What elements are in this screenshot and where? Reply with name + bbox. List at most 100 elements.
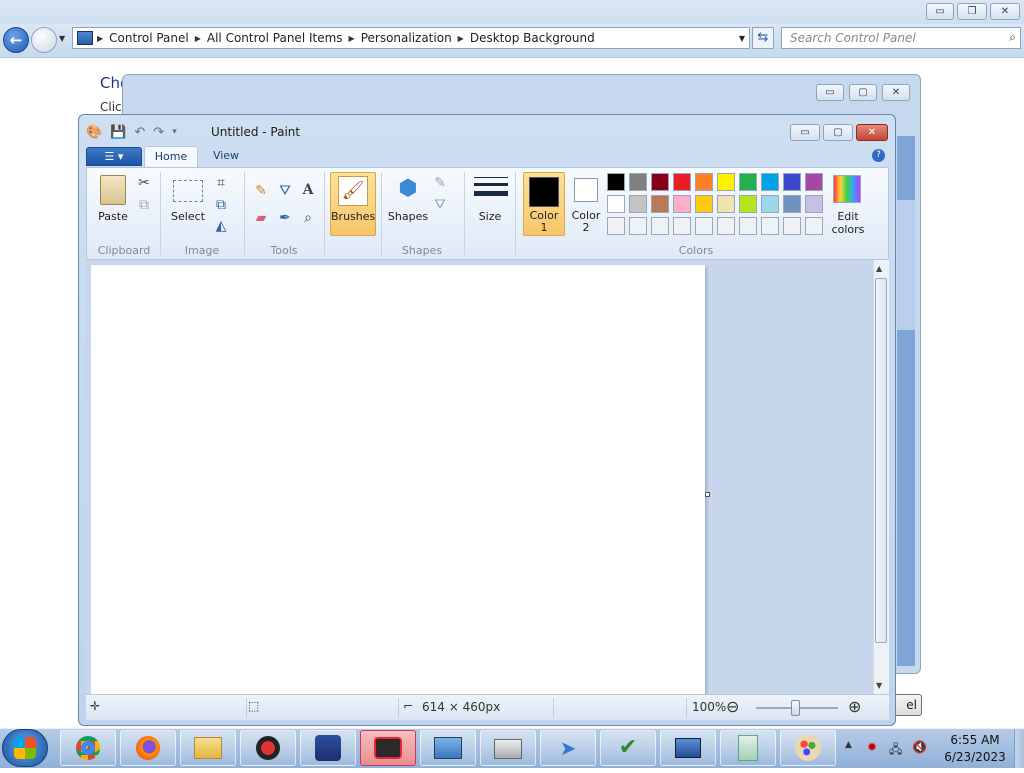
palette-swatch[interactable] <box>717 195 735 213</box>
custom-color-slot[interactable] <box>783 217 801 235</box>
palette-swatch[interactable] <box>673 173 691 191</box>
custom-color-slot[interactable] <box>717 217 735 235</box>
paint-app-icon[interactable]: 🎨 <box>86 125 102 140</box>
palette-swatch[interactable] <box>651 195 669 213</box>
palette-swatch[interactable] <box>629 173 647 191</box>
palette-swatch[interactable] <box>783 195 801 213</box>
breadcrumb-desktop-background[interactable]: Desktop Background <box>464 31 601 45</box>
paint-minimize-button[interactable]: ▭ <box>790 124 820 141</box>
palette-swatch[interactable] <box>695 173 713 191</box>
canvas-resize-handle[interactable] <box>705 492 710 497</box>
taskbar-app-red[interactable] <box>240 730 296 766</box>
palette-swatch[interactable] <box>739 195 757 213</box>
outline-icon[interactable]: ✎ <box>430 173 450 193</box>
scroll-up-arrow[interactable]: ▲ <box>876 264 882 273</box>
palette-swatch[interactable] <box>695 195 713 213</box>
paint-close-button[interactable]: ✕ <box>856 124 888 141</box>
palette-swatch[interactable] <box>673 195 691 213</box>
undo-icon[interactable]: ↶ <box>134 125 145 140</box>
crop-icon[interactable]: ⌗ <box>211 173 231 193</box>
minimize-button[interactable]: ▭ <box>926 3 954 20</box>
select-icon[interactable] <box>173 180 203 202</box>
custom-color-slot[interactable] <box>607 217 625 235</box>
drawing-canvas[interactable] <box>91 265 705 694</box>
help-icon[interactable]: ? <box>872 149 885 162</box>
palette-swatch[interactable] <box>739 173 757 191</box>
show-desktop-button[interactable] <box>1014 729 1024 768</box>
text-icon[interactable]: A <box>298 180 318 200</box>
palette-swatch[interactable] <box>629 195 647 213</box>
close-button[interactable]: ✕ <box>990 3 1020 20</box>
fill-shape-icon[interactable]: ⛛ <box>430 195 450 215</box>
palette-swatch[interactable] <box>607 195 625 213</box>
zoom-out-icon[interactable]: ⊖ <box>726 697 739 716</box>
network-tray-icon[interactable]: 🖧 <box>889 740 902 761</box>
eraser-icon[interactable]: ▰ <box>251 208 271 228</box>
search-input[interactable]: Search Control Panel ⌕ <box>781 27 1021 49</box>
address-bar[interactable]: ▶ Control Panel ▶ All Control Panel Item… <box>72 27 750 49</box>
tab-home[interactable]: Home <box>144 146 198 167</box>
bg-restore-button[interactable]: ▢ <box>849 84 877 101</box>
taskbar-paint[interactable] <box>780 730 836 766</box>
rotate-icon[interactable]: ◭ <box>211 216 231 236</box>
zoom-in-icon[interactable]: ⊕ <box>848 697 861 716</box>
clock[interactable]: 6:55 AM 6/23/2023 <box>940 732 1010 766</box>
pencil-icon[interactable]: ✎ <box>251 181 271 201</box>
forward-button[interactable] <box>31 27 57 53</box>
breadcrumb-personalization[interactable]: Personalization <box>355 31 458 45</box>
palette-swatch[interactable] <box>805 173 823 191</box>
redo-icon[interactable]: ↷ <box>153 125 164 140</box>
bg-close-button[interactable]: ✕ <box>882 84 910 101</box>
customize-toolbar-icon[interactable]: ▾ <box>172 127 177 137</box>
paste-icon[interactable] <box>100 175 126 205</box>
start-button[interactable] <box>2 729 48 767</box>
security-tray-icon[interactable]: ✹ <box>867 740 877 754</box>
taskbar-network[interactable] <box>660 730 716 766</box>
shapes-button[interactable]: Shapes <box>387 210 429 223</box>
size-button[interactable]: Size <box>474 210 506 223</box>
save-icon[interactable]: 💾 <box>110 125 126 140</box>
palette-swatch[interactable] <box>607 173 625 191</box>
edit-colors-button[interactable]: Edit colors <box>828 210 868 236</box>
show-hidden-icons[interactable]: ▲ <box>845 740 852 750</box>
zoom-slider-thumb[interactable] <box>791 700 800 716</box>
taskbar-app-blue[interactable] <box>300 730 356 766</box>
custom-color-slot[interactable] <box>739 217 757 235</box>
color1-button[interactable]: Color 1 <box>523 172 565 236</box>
resize-icon[interactable]: ⧉ <box>211 195 231 215</box>
palette-swatch[interactable] <box>761 173 779 191</box>
palette-swatch[interactable] <box>651 173 669 191</box>
address-dropdown-icon[interactable]: ▼ <box>739 34 745 43</box>
palette-swatch[interactable] <box>805 195 823 213</box>
paint-maximize-button[interactable]: ▢ <box>823 124 853 141</box>
palette-swatch[interactable] <box>783 173 801 191</box>
palette-swatch[interactable] <box>761 195 779 213</box>
volume-muted-icon[interactable]: 🔇 <box>912 740 927 754</box>
paint-menu-button[interactable]: ☰ ▾ <box>86 147 142 166</box>
color2-button[interactable]: Color 2 <box>568 172 604 236</box>
taskbar-document[interactable] <box>720 730 776 766</box>
scrollbar-thumb[interactable] <box>875 278 887 643</box>
search-icon[interactable]: ⌕ <box>1009 30 1016 45</box>
taskbar-chrome[interactable] <box>60 730 116 766</box>
breadcrumb-control-panel[interactable]: Control Panel <box>103 31 195 45</box>
back-button[interactable]: ← <box>3 27 29 53</box>
custom-color-slot[interactable] <box>761 217 779 235</box>
taskbar-firefox[interactable] <box>120 730 176 766</box>
taskbar-explorer[interactable] <box>180 730 236 766</box>
taskbar-paper-plane[interactable]: ➤ <box>540 730 596 766</box>
copy-icon[interactable]: ⧉ <box>134 195 154 215</box>
scroll-down-arrow[interactable]: ▼ <box>876 681 882 690</box>
tab-view[interactable]: View <box>204 146 248 167</box>
palette-swatch[interactable] <box>717 173 735 191</box>
select-button[interactable]: Select <box>168 210 208 223</box>
cut-icon[interactable]: ✂ <box>134 173 154 193</box>
taskbar-printer[interactable] <box>480 730 536 766</box>
custom-color-slot[interactable] <box>805 217 823 235</box>
magnifier-icon[interactable]: ⌕ <box>298 208 318 228</box>
paste-button[interactable]: Paste <box>96 210 130 223</box>
bg-minimize-button[interactable]: ▭ <box>816 84 844 101</box>
taskbar-screen-recorder[interactable] <box>360 730 416 766</box>
refresh-button[interactable]: ⇆ <box>752 27 774 49</box>
custom-color-slot[interactable] <box>629 217 647 235</box>
